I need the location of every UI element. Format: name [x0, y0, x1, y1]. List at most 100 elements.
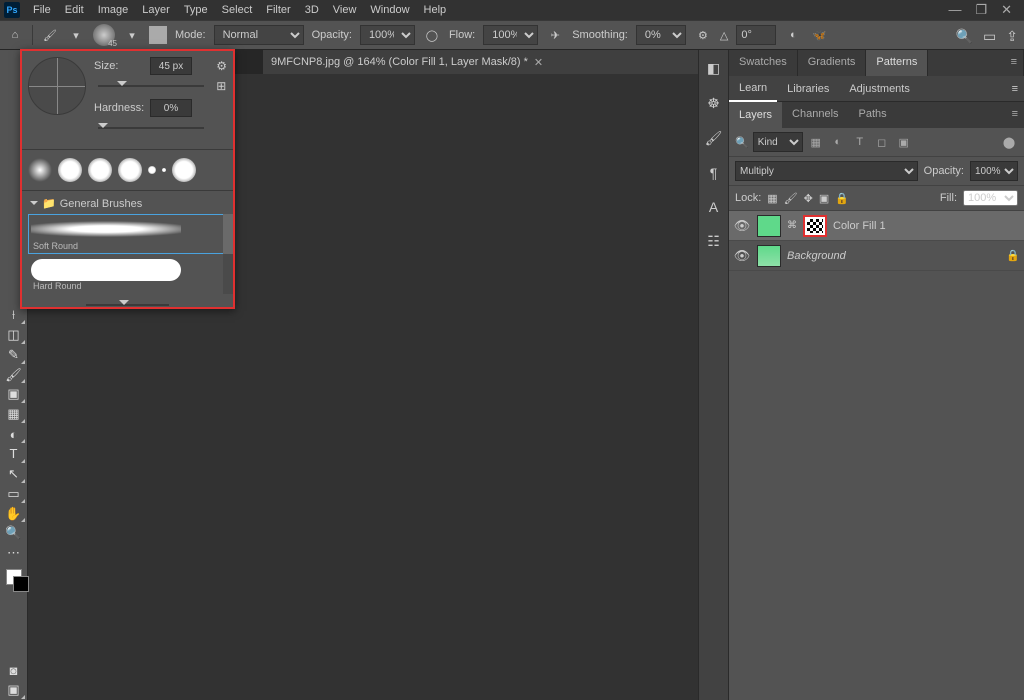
pressure-size-icon[interactable]: ◐ [784, 26, 802, 44]
character-icon[interactable]: A [709, 199, 718, 215]
panel-menu-icon[interactable]: ≡ [1005, 50, 1024, 76]
visibility-icon[interactable]: 👁 [733, 248, 751, 264]
hardness-input[interactable] [150, 99, 192, 117]
share-icon[interactable]: ⇪ [1006, 28, 1018, 45]
menu-help[interactable]: Help [417, 2, 454, 18]
brush-preset[interactable] [148, 166, 156, 174]
layer-name[interactable]: Color Fill 1 [833, 220, 1020, 232]
size-input[interactable] [150, 57, 192, 75]
layer-mask-thumb[interactable] [803, 215, 827, 237]
glyphs-icon[interactable]: ☷ [707, 233, 720, 250]
filter-pixel-icon[interactable]: ▦ [807, 133, 825, 151]
symmetry-icon[interactable]: 🦋 [810, 26, 828, 44]
layer-thumb[interactable] [757, 245, 781, 267]
filter-type-icon[interactable]: T [851, 133, 869, 151]
menu-edit[interactable]: Edit [58, 2, 91, 18]
eyedropper-tool[interactable]: ✎ [2, 345, 26, 365]
zoom-tool[interactable]: 🔍 [2, 523, 26, 543]
blend-mode-select[interactable]: Multiply [735, 161, 918, 181]
menu-view[interactable]: View [326, 2, 364, 18]
clone-tool[interactable]: ▣ [2, 384, 26, 404]
search-icon[interactable]: 🔍 [956, 28, 973, 45]
size-slider[interactable] [98, 79, 204, 93]
menu-type[interactable]: Type [177, 2, 215, 18]
lock-all-icon[interactable]: 🔒 [835, 192, 849, 205]
layer-row[interactable]: 👁 Background 🔒 [729, 241, 1024, 271]
visibility-icon[interactable]: 👁 [733, 218, 751, 234]
tab-patterns[interactable]: Patterns [866, 50, 928, 76]
paragraph-icon[interactable]: ¶ [710, 165, 718, 181]
brush-panel-toggle-icon[interactable] [149, 26, 167, 44]
lock-position-icon[interactable]: ✥ [804, 192, 813, 205]
lock-transparency-icon[interactable]: ▦ [767, 192, 777, 205]
gear-icon[interactable]: ⚙ [216, 59, 227, 73]
brush-preset[interactable] [118, 158, 142, 182]
hand-tool[interactable]: ✋ [2, 504, 26, 524]
chevron-down-icon[interactable]: ▾ [123, 26, 141, 44]
tab-paths[interactable]: Paths [849, 102, 897, 128]
flow-select[interactable]: 100% [483, 25, 538, 45]
close-button[interactable]: ✕ [1001, 2, 1012, 18]
angle-input[interactable] [736, 25, 776, 45]
filter-smart-icon[interactable]: ▣ [895, 133, 913, 151]
filter-toggle[interactable]: ⬤ [1000, 133, 1018, 151]
home-icon[interactable]: ⌂ [6, 26, 24, 44]
opacity-select[interactable]: 100% [360, 25, 415, 45]
panel-menu-icon[interactable]: ≡ [1006, 77, 1024, 101]
brush-preset[interactable] [58, 158, 82, 182]
menu-layer[interactable]: Layer [135, 2, 177, 18]
tab-learn[interactable]: Learn [729, 76, 777, 102]
layer-row[interactable]: 👁 ⌘ Color Fill 1 [729, 211, 1024, 241]
menu-window[interactable]: Window [363, 2, 416, 18]
blur-tool[interactable]: ◐ [2, 424, 26, 444]
menu-select[interactable]: Select [215, 2, 260, 18]
airbrush-icon[interactable]: ✈ [546, 26, 564, 44]
brush-group[interactable]: 📁 General Brushes [22, 193, 233, 214]
brush-preset[interactable] [28, 158, 52, 182]
brush-icon[interactable]: 🖌 [705, 130, 723, 147]
chevron-down-icon[interactable]: ▾ [67, 26, 85, 44]
opacity-select[interactable]: 100% [970, 161, 1018, 181]
panel-menu-icon[interactable]: ≡ [1006, 102, 1024, 128]
close-tab-icon[interactable]: ✕ [534, 56, 543, 69]
menu-filter[interactable]: Filter [259, 2, 297, 18]
shape-tool[interactable]: ▭ [2, 484, 26, 504]
lock-artboard-icon[interactable]: ▣ [819, 192, 829, 205]
brush-tool-icon[interactable]: 🖌 [41, 26, 59, 44]
type-tool[interactable]: T [2, 444, 26, 464]
pressure-opacity-icon[interactable]: ◯ [423, 26, 441, 44]
brush-item-hard-round[interactable]: Hard Round [28, 256, 227, 294]
preview-size-slider[interactable] [86, 298, 169, 312]
brush-angle-preview[interactable] [28, 57, 86, 115]
brush-preset[interactable] [162, 168, 166, 172]
path-tool[interactable]: ↖ [2, 464, 26, 484]
color-swatch[interactable] [2, 563, 26, 590]
brush-preset[interactable] [172, 158, 196, 182]
document-tab[interactable]: 9MFCNP8.jpg @ 164% (Color Fill 1, Layer … [263, 50, 698, 74]
hardness-slider[interactable] [98, 121, 204, 135]
tab-libraries[interactable]: Libraries [777, 77, 839, 101]
menu-file[interactable]: File [26, 2, 58, 18]
fill-select[interactable]: 100% [963, 190, 1018, 206]
menu-3d[interactable]: 3D [298, 2, 326, 18]
tab-gradients[interactable]: Gradients [798, 50, 867, 76]
link-icon[interactable]: ⌘ [787, 220, 797, 231]
lock-icon[interactable]: 🔒 [1006, 249, 1020, 262]
brush-item-soft-round[interactable]: Soft Round [28, 214, 227, 254]
filter-kind-select[interactable]: Kind [753, 132, 803, 152]
more-tools[interactable]: ⋯ [2, 543, 26, 563]
gradient-tool[interactable]: ▦ [2, 404, 26, 424]
smoothing-select[interactable]: 0% [636, 25, 686, 45]
tab-channels[interactable]: Channels [782, 102, 848, 128]
crop-tool[interactable]: ◫ [2, 325, 26, 345]
color-panel-icon[interactable]: ◧ [707, 60, 720, 77]
gear-icon[interactable]: ⚙ [694, 26, 712, 44]
tab-swatches[interactable]: Swatches [729, 50, 798, 76]
restore-button[interactable]: ❐ [975, 2, 987, 18]
helm-icon[interactable]: ☸ [707, 95, 720, 112]
blend-mode-select[interactable]: Normal [214, 25, 304, 45]
minimize-button[interactable]: — [948, 2, 961, 18]
scrollbar-thumb[interactable] [223, 214, 233, 254]
lock-pixels-icon[interactable]: 🖌 [784, 192, 798, 205]
brush-preview-icon[interactable]: 45 [93, 24, 115, 46]
